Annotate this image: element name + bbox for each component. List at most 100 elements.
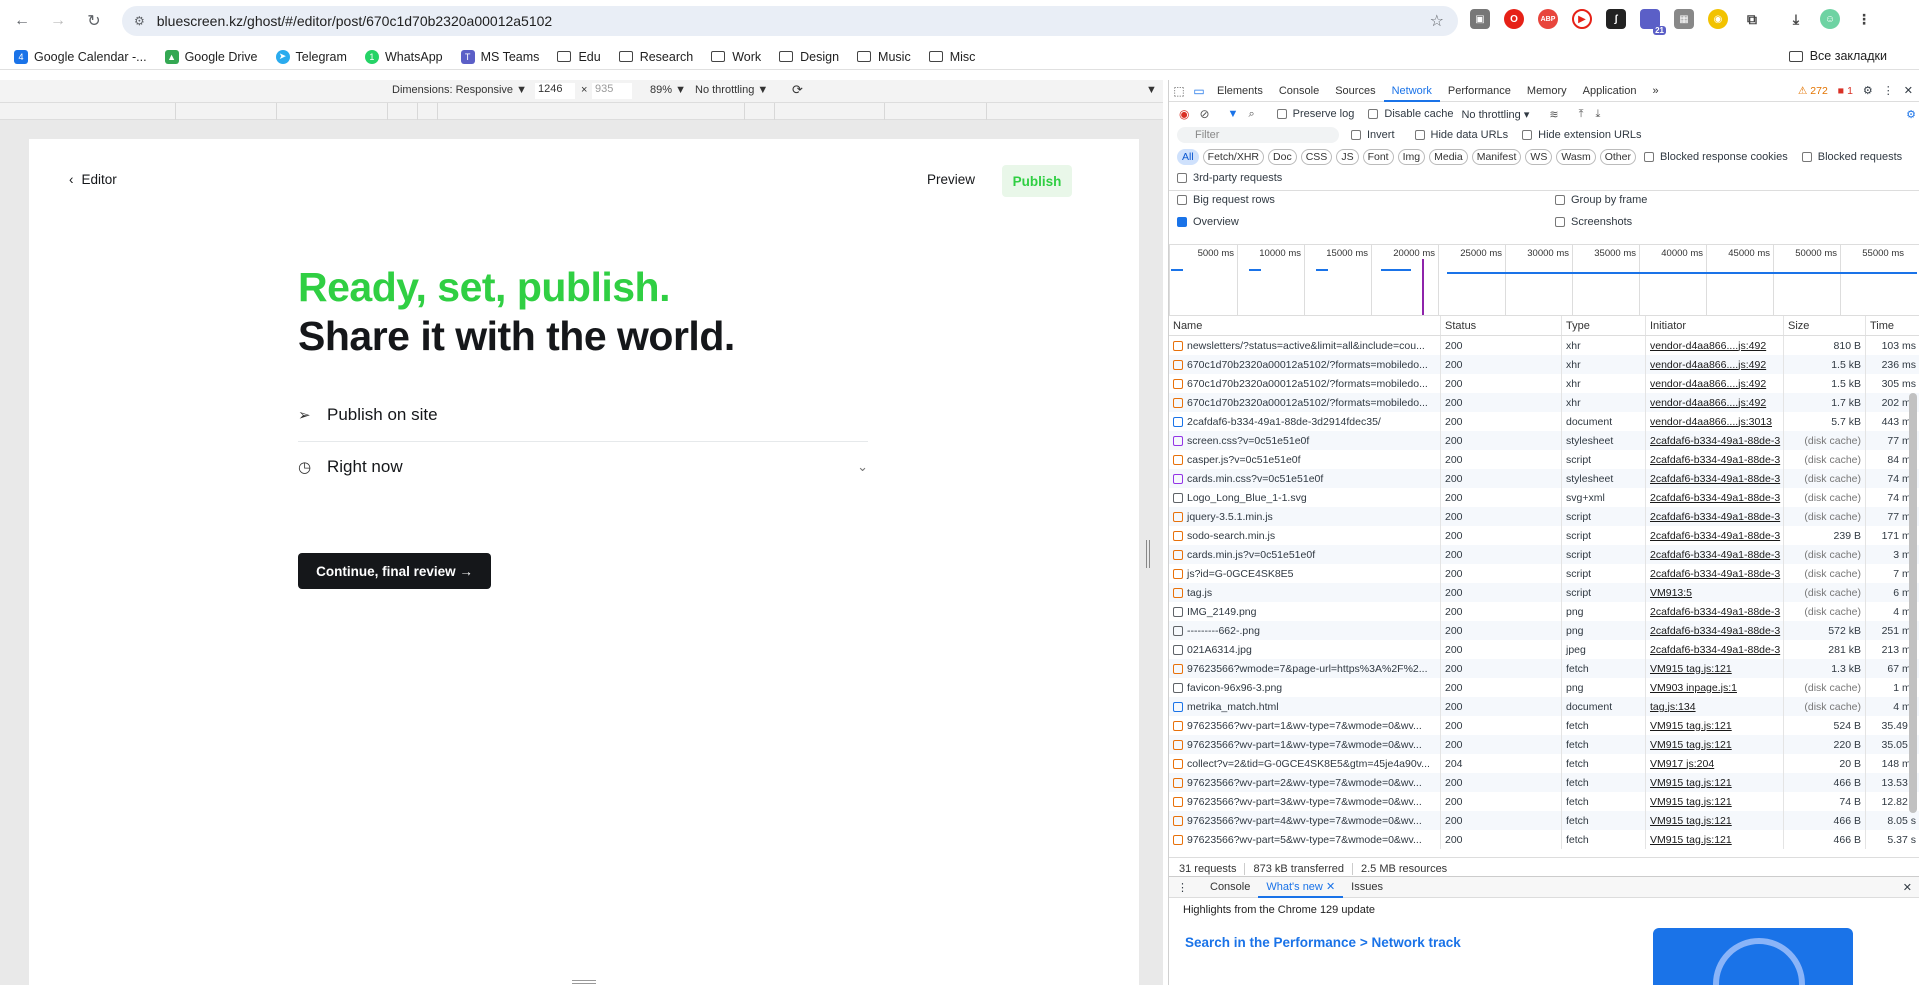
- column-name[interactable]: Name: [1169, 316, 1441, 335]
- request-name[interactable]: 670c1d70b2320a00012a5102/?formats=mobile…: [1169, 393, 1441, 412]
- hide-extension-urls-checkbox[interactable]: Hide extension URLs: [1522, 129, 1642, 141]
- chip-all[interactable]: All: [1177, 149, 1199, 165]
- back-arrow-icon[interactable]: ←: [8, 7, 36, 35]
- table-row[interactable]: 670c1d70b2320a00012a5102/?formats=mobile…: [1169, 355, 1919, 374]
- bookmark-folder-research[interactable]: Research: [618, 50, 693, 64]
- hide-data-urls-checkbox[interactable]: Hide data URLs: [1414, 129, 1508, 141]
- drawer-tab-issues[interactable]: Issues: [1343, 876, 1391, 898]
- request-initiator[interactable]: 2cafdaf6-b334-49a1-88de-3: [1646, 640, 1784, 659]
- chip-css[interactable]: CSS: [1300, 149, 1333, 165]
- request-name[interactable]: 97623566?wv-part=3&wv-type=7&wmode=0&wv.…: [1169, 792, 1441, 811]
- request-initiator[interactable]: VM915 tag.js:121: [1646, 735, 1784, 754]
- reload-icon[interactable]: ↻: [80, 7, 108, 35]
- blocked-cookies-checkbox[interactable]: Blocked response cookies: [1643, 151, 1788, 163]
- publish-time-option[interactable]: ◷ Right now ⌄: [298, 441, 868, 493]
- request-name[interactable]: 670c1d70b2320a00012a5102/?formats=mobile…: [1169, 355, 1441, 374]
- bookmark-star-icon[interactable]: ☆: [1430, 11, 1444, 31]
- chip-manifest[interactable]: Manifest: [1471, 149, 1522, 165]
- request-initiator[interactable]: 2cafdaf6-b334-49a1-88de-3: [1646, 431, 1784, 450]
- column-status[interactable]: Status: [1441, 316, 1562, 335]
- table-row[interactable]: IMG_2149.png 200 png 2cafdaf6-b334-49a1-88d…: [1169, 602, 1919, 621]
- column-size[interactable]: Size: [1784, 316, 1866, 335]
- chip-wasm[interactable]: Wasm: [1556, 149, 1596, 165]
- network-overview-timeline[interactable]: 5000 ms 10000 ms 15000 ms 20000 ms 25000…: [1169, 244, 1919, 316]
- table-row[interactable]: 670c1d70b2320a00012a5102/?formats=mobile…: [1169, 393, 1919, 412]
- table-row[interactable]: metrika_match.html 200 document tag.js:134(…: [1169, 697, 1919, 716]
- tab-elements[interactable]: Elements: [1209, 80, 1271, 102]
- apps-extension-icon[interactable]: ▦: [1674, 9, 1694, 29]
- chip-img[interactable]: Img: [1397, 149, 1426, 165]
- chip-doc[interactable]: Doc: [1268, 149, 1297, 165]
- request-initiator[interactable]: 2cafdaf6-b334-49a1-88de-3: [1646, 545, 1784, 564]
- rotate-icon[interactable]: ⟳: [792, 82, 803, 98]
- fx-extension-icon[interactable]: ʃ: [1606, 9, 1626, 29]
- throttling-dropdown[interactable]: No throttling ▼: [695, 84, 768, 96]
- table-row[interactable]: screen.css?v=0c51e51e0f 200 stylesheet 2caf…: [1169, 431, 1919, 450]
- request-name[interactable]: cards.min.css?v=0c51e51e0f: [1169, 469, 1441, 488]
- request-initiator[interactable]: 2cafdaf6-b334-49a1-88de-3: [1646, 488, 1784, 507]
- table-row[interactable]: cards.min.js?v=0c51e51e0f 200 script 2cafda…: [1169, 545, 1919, 564]
- table-row[interactable]: 670c1d70b2320a00012a5102/?formats=mobile…: [1169, 374, 1919, 393]
- table-row[interactable]: Logo_Long_Blue_1-1.svg 200 svg+xml 2cafdaf6…: [1169, 488, 1919, 507]
- whats-new-link[interactable]: Search in the Performance > Network trac…: [1185, 935, 1461, 950]
- request-name[interactable]: js?id=G-0GCE4SK8E5: [1169, 564, 1441, 583]
- request-initiator[interactable]: vendor-d4aa866....js:492: [1646, 374, 1784, 393]
- play-icon[interactable]: ▶: [1572, 9, 1592, 29]
- group-by-frame-checkbox[interactable]: Group by frame: [1555, 194, 1647, 206]
- download-har-icon[interactable]: ⤓: [1595, 108, 1600, 121]
- request-name[interactable]: 021A6314.jpg: [1169, 640, 1441, 659]
- close-devtools-icon[interactable]: ✕: [1904, 84, 1913, 97]
- publish-on-site-option[interactable]: ➢ Publish on site: [298, 389, 868, 441]
- table-scrollbar[interactable]: [1909, 393, 1917, 813]
- request-initiator[interactable]: VM913:5: [1646, 583, 1784, 602]
- back-to-editor[interactable]: ‹ Editor: [69, 172, 117, 187]
- request-initiator[interactable]: vendor-d4aa866....js:3013: [1646, 412, 1784, 431]
- request-initiator[interactable]: vendor-d4aa866....js:492: [1646, 393, 1784, 412]
- network-settings-icon[interactable]: ⚙: [1906, 108, 1916, 121]
- site-info-icon[interactable]: ⚙: [134, 14, 145, 28]
- chip-font[interactable]: Font: [1362, 149, 1394, 165]
- column-time[interactable]: Time: [1866, 316, 1919, 335]
- avatar[interactable]: ☺: [1820, 9, 1840, 29]
- continue-final-review-button[interactable]: Continue, final review →: [298, 553, 491, 589]
- close-drawer-icon[interactable]: ✕: [1903, 881, 1912, 894]
- download-icon[interactable]: ⤓: [1786, 9, 1806, 29]
- bookmark-folder-edu[interactable]: Edu: [557, 50, 601, 64]
- request-initiator[interactable]: 2cafdaf6-b334-49a1-88de-3: [1646, 621, 1784, 640]
- request-initiator[interactable]: 2cafdaf6-b334-49a1-88de-3: [1646, 469, 1784, 488]
- zoom-dropdown[interactable]: 89% ▼: [650, 84, 686, 96]
- table-row[interactable]: 97623566?wv-part=5&wv-type=7&wmode=0&wv.…: [1169, 830, 1919, 849]
- table-row[interactable]: ---------662-.png 200 png 2cafdaf6-b334-49a…: [1169, 621, 1919, 640]
- upload-icon[interactable]: ⤒: [1579, 108, 1584, 121]
- request-initiator[interactable]: VM915 tag.js:121: [1646, 830, 1784, 849]
- tab-performance[interactable]: Performance: [1440, 80, 1519, 102]
- tab-sources[interactable]: Sources: [1327, 80, 1383, 102]
- tab-console[interactable]: Console: [1271, 80, 1327, 102]
- request-name[interactable]: IMG_2149.png: [1169, 602, 1441, 621]
- network-throttling-select[interactable]: No throttling ▾: [1461, 108, 1529, 121]
- menu-dots-icon[interactable]: ⋮: [1854, 9, 1874, 29]
- chip-fetch-xhr[interactable]: Fetch/XHR: [1202, 149, 1265, 165]
- request-initiator[interactable]: VM915 tag.js:121: [1646, 716, 1784, 735]
- chip-js[interactable]: JS: [1336, 149, 1359, 165]
- request-name[interactable]: Logo_Long_Blue_1-1.svg: [1169, 488, 1441, 507]
- table-row[interactable]: casper.js?v=0c51e51e0f 200 script 2cafdaf6-…: [1169, 450, 1919, 469]
- request-name[interactable]: 97623566?wmode=7&page-url=https%3A%2F%2.…: [1169, 659, 1441, 678]
- request-name[interactable]: 97623566?wv-part=1&wv-type=7&wmode=0&wv.…: [1169, 716, 1441, 735]
- request-name[interactable]: 97623566?wv-part=2&wv-type=7&wmode=0&wv.…: [1169, 773, 1441, 792]
- third-party-checkbox[interactable]: 3rd-party requests: [1177, 172, 1282, 184]
- request-name[interactable]: metrika_match.html: [1169, 697, 1441, 716]
- request-initiator[interactable]: 2cafdaf6-b334-49a1-88de-3: [1646, 602, 1784, 621]
- preview-button[interactable]: Preview: [927, 172, 975, 187]
- chip-media[interactable]: Media: [1429, 149, 1468, 165]
- table-row[interactable]: cards.min.css?v=0c51e51e0f 200 stylesheet 2…: [1169, 469, 1919, 488]
- table-row[interactable]: js?id=G-0GCE4SK8E5 200 script 2cafdaf6-b334…: [1169, 564, 1919, 583]
- chip-ws[interactable]: WS: [1525, 149, 1553, 165]
- table-row[interactable]: 97623566?wv-part=2&wv-type=7&wmode=0&wv.…: [1169, 773, 1919, 792]
- request-name[interactable]: 670c1d70b2320a00012a5102/?formats=mobile…: [1169, 374, 1441, 393]
- inspect-icon[interactable]: ⬚: [1169, 84, 1189, 98]
- table-row[interactable]: tag.js 200 script VM913:5 (disk cache) 6 ms: [1169, 583, 1919, 602]
- wifi-icon[interactable]: ≋: [1549, 108, 1558, 121]
- table-row[interactable]: favicon-96x96-3.png 200 png VM903 inpage.js…: [1169, 678, 1919, 697]
- request-initiator[interactable]: 2cafdaf6-b334-49a1-88de-3: [1646, 450, 1784, 469]
